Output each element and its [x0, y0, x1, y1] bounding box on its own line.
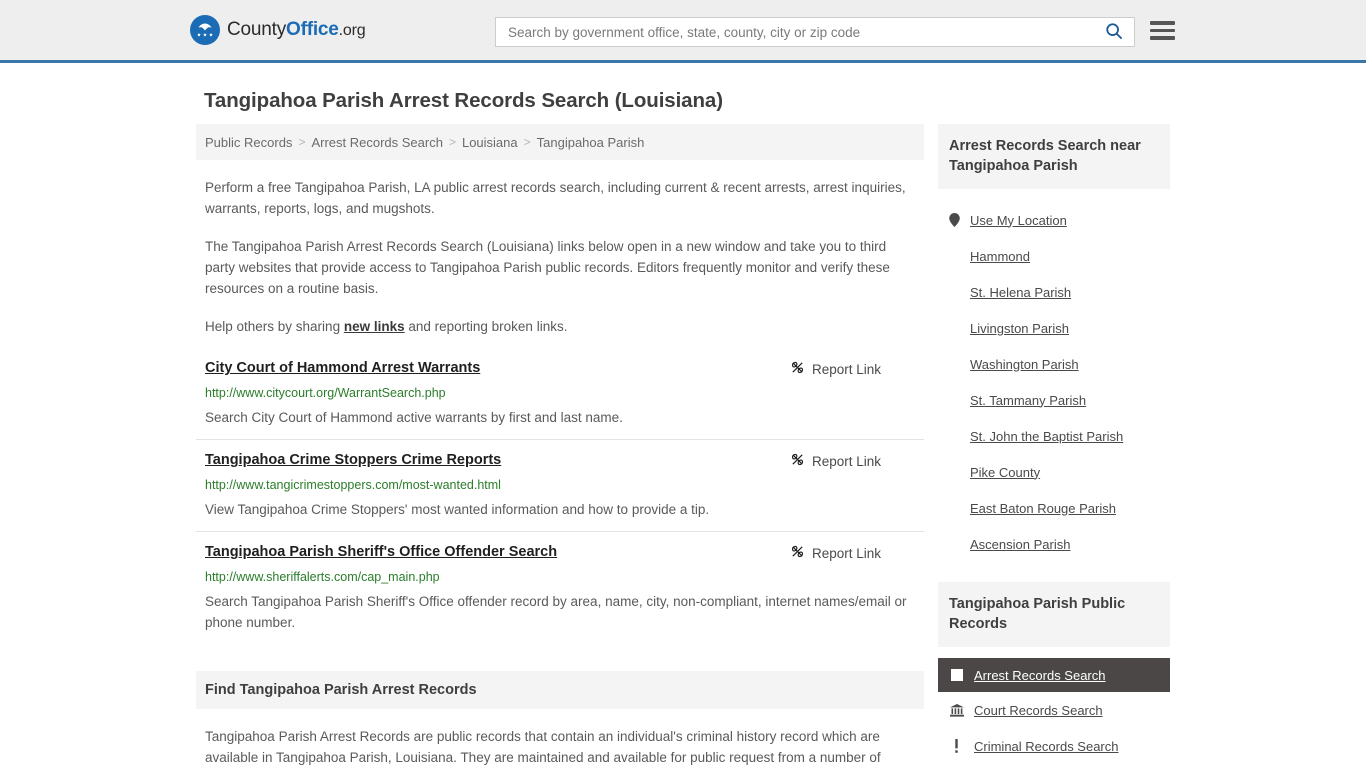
intro-paragraph-2: The Tangipahoa Parish Arrest Records Sea… [205, 239, 890, 296]
site-logo[interactable]: CountyOffice.org [190, 15, 366, 45]
breadcrumb-separator: > [523, 135, 531, 149]
exclamation-icon [949, 739, 964, 753]
result-row: City Court of Hammond Arrest Warrants Re… [196, 359, 924, 440]
sidebar-link-label[interactable]: Livingston Parish [970, 321, 1069, 336]
find-records-heading: Find Tangipahoa Parish Arrest Records [196, 671, 924, 709]
broken-link-icon [790, 544, 805, 562]
broken-link-icon [790, 452, 805, 470]
nearby-links-list: Use My Location Hammond St. Helena Paris… [938, 202, 1170, 562]
find-records-section: Find Tangipahoa Parish Arrest Records Ta… [196, 671, 924, 768]
sidebar-item-washington-parish[interactable]: Washington Parish [938, 346, 1170, 382]
sidebar-item-driving-records-search[interactable]: Driving Records Search [938, 764, 1170, 768]
report-link-button[interactable]: Report Link [790, 359, 881, 378]
logo-text-office: Office [286, 19, 339, 40]
result-title-link[interactable]: City Court of Hammond Arrest Warrants [205, 359, 480, 378]
intro-p3-after: and reporting broken links. [404, 319, 568, 334]
report-link-label: Report Link [811, 453, 881, 469]
sidebar-link-label[interactable]: Washington Parish [970, 357, 1079, 372]
sidebar-link-label[interactable]: Pike County [970, 465, 1040, 480]
search-icon [1105, 22, 1123, 43]
public-records-panel-heading: Tangipahoa Parish Public Records [938, 582, 1170, 647]
sidebar-link-label[interactable]: St. Helena Parish [970, 285, 1071, 300]
courthouse-icon [949, 703, 964, 717]
eagle-seal-icon [190, 15, 220, 45]
sidebar-item-criminal-records-search[interactable]: Criminal Records Search [938, 728, 1170, 764]
result-header: Tangipahoa Parish Sheriff's Office Offen… [205, 543, 915, 562]
find-records-body: Tangipahoa Parish Arrest Records are pub… [205, 729, 881, 765]
record-link-label[interactable]: Court Records Search [974, 703, 1103, 718]
result-description: Search Tangipahoa Parish Sheriff's Offic… [205, 594, 907, 630]
sidebar-item-arrest-records-search[interactable]: Arrest Records Search [938, 658, 1170, 692]
white-square-icon [949, 669, 964, 681]
search-button[interactable] [1094, 18, 1134, 46]
sidebar-item-ascension-parish[interactable]: Ascension Parish [938, 526, 1170, 562]
nearby-panel-heading: Arrest Records Search near Tangipahoa Pa… [938, 124, 1170, 189]
sidebar-item-livingston-parish[interactable]: Livingston Parish [938, 310, 1170, 346]
search-input[interactable] [496, 24, 1094, 40]
logo-wordmark: CountyOffice.org [227, 19, 366, 41]
result-header: City Court of Hammond Arrest Warrants Re… [205, 359, 915, 378]
sidebar-item-st-tammany-parish[interactable]: St. Tammany Parish [938, 382, 1170, 418]
public-records-list: Arrest Records Search Court Records Sear… [938, 658, 1170, 768]
search-bar[interactable] [495, 17, 1135, 47]
record-link-label[interactable]: Arrest Records Search [974, 668, 1106, 683]
hamburger-bar-1 [1150, 21, 1175, 25]
results-list: City Court of Hammond Arrest Warrants Re… [196, 359, 924, 644]
result-url[interactable]: http://www.citycourt.org/WarrantSearch.p… [205, 385, 915, 401]
result-description: View Tangipahoa Crime Stoppers' most wan… [205, 502, 710, 517]
sidebar-link-label[interactable]: St. Tammany Parish [970, 393, 1086, 408]
breadcrumb-item-1[interactable]: Arrest Records Search [311, 135, 443, 150]
sidebar: Arrest Records Search near Tangipahoa Pa… [938, 124, 1170, 768]
hamburger-bar-2 [1150, 28, 1175, 32]
report-link-label: Report Link [811, 545, 881, 561]
sidebar-item-pike-county[interactable]: Pike County [938, 454, 1170, 490]
sidebar-item-st-helena-parish[interactable]: St. Helena Parish [938, 274, 1170, 310]
report-link-button[interactable]: Report Link [790, 543, 881, 562]
breadcrumb-item-2[interactable]: Louisiana [462, 135, 518, 150]
result-title-link[interactable]: Tangipahoa Parish Sheriff's Office Offen… [205, 543, 557, 562]
record-link-label[interactable]: Criminal Records Search [974, 739, 1119, 754]
result-url[interactable]: http://www.sheriffalerts.com/cap_main.ph… [205, 569, 915, 585]
intro-paragraph-3: Help others by sharing new links and rep… [205, 316, 915, 337]
sidebar-link-label[interactable]: Ascension Parish [970, 537, 1070, 552]
map-pin-icon [947, 213, 961, 227]
breadcrumb-item-3: Tangipahoa Parish [536, 134, 645, 150]
site-header: CountyOffice.org [0, 0, 1366, 63]
hamburger-bar-3 [1150, 36, 1175, 40]
logo-text-org: .org [338, 22, 366, 39]
broken-link-icon [790, 360, 805, 378]
result-description: Search City Court of Hammond active warr… [205, 410, 623, 425]
intro-paragraph-1: Perform a free Tangipahoa Parish, LA pub… [205, 180, 906, 216]
result-title-link[interactable]: Tangipahoa Crime Stoppers Crime Reports [205, 451, 501, 470]
result-url[interactable]: http://www.tangicrimestoppers.com/most-w… [205, 477, 915, 493]
main-content: Public Records > Arrest Records Search >… [196, 124, 924, 768]
report-link-button[interactable]: Report Link [790, 451, 881, 470]
result-row: Tangipahoa Parish Sheriff's Office Offen… [196, 543, 924, 644]
result-header: Tangipahoa Crime Stoppers Crime Reports … [205, 451, 915, 470]
breadcrumb-separator: > [448, 135, 456, 149]
sidebar-link-label[interactable]: St. John the Baptist Parish [970, 429, 1123, 444]
report-link-label: Report Link [811, 361, 881, 377]
intro-p3-before: Help others by sharing [205, 319, 344, 334]
sidebar-link-label[interactable]: Use My Location [970, 213, 1067, 228]
hamburger-menu-icon[interactable] [1150, 21, 1175, 40]
sidebar-item-use-my-location[interactable]: Use My Location [938, 202, 1170, 238]
breadcrumb-item-0[interactable]: Public Records [205, 135, 292, 150]
page-title: Tangipahoa Parish Arrest Records Search … [204, 89, 723, 112]
sidebar-link-label[interactable]: Hammond [970, 249, 1030, 264]
new-links-link[interactable]: new links [344, 319, 405, 334]
sidebar-item-st-john-the-baptist-parish[interactable]: St. John the Baptist Parish [938, 418, 1170, 454]
sidebar-link-label[interactable]: East Baton Rouge Parish [970, 501, 1116, 516]
intro-text: Perform a free Tangipahoa Parish, LA pub… [196, 177, 924, 337]
sidebar-item-east-baton-rouge-parish[interactable]: East Baton Rouge Parish [938, 490, 1170, 526]
sidebar-item-court-records-search[interactable]: Court Records Search [938, 692, 1170, 728]
result-row: Tangipahoa Crime Stoppers Crime Reports … [196, 451, 924, 532]
breadcrumb: Public Records > Arrest Records Search >… [196, 124, 924, 160]
breadcrumb-separator: > [298, 135, 306, 149]
logo-text-county: County [227, 19, 287, 40]
sidebar-item-hammond[interactable]: Hammond [938, 238, 1170, 274]
